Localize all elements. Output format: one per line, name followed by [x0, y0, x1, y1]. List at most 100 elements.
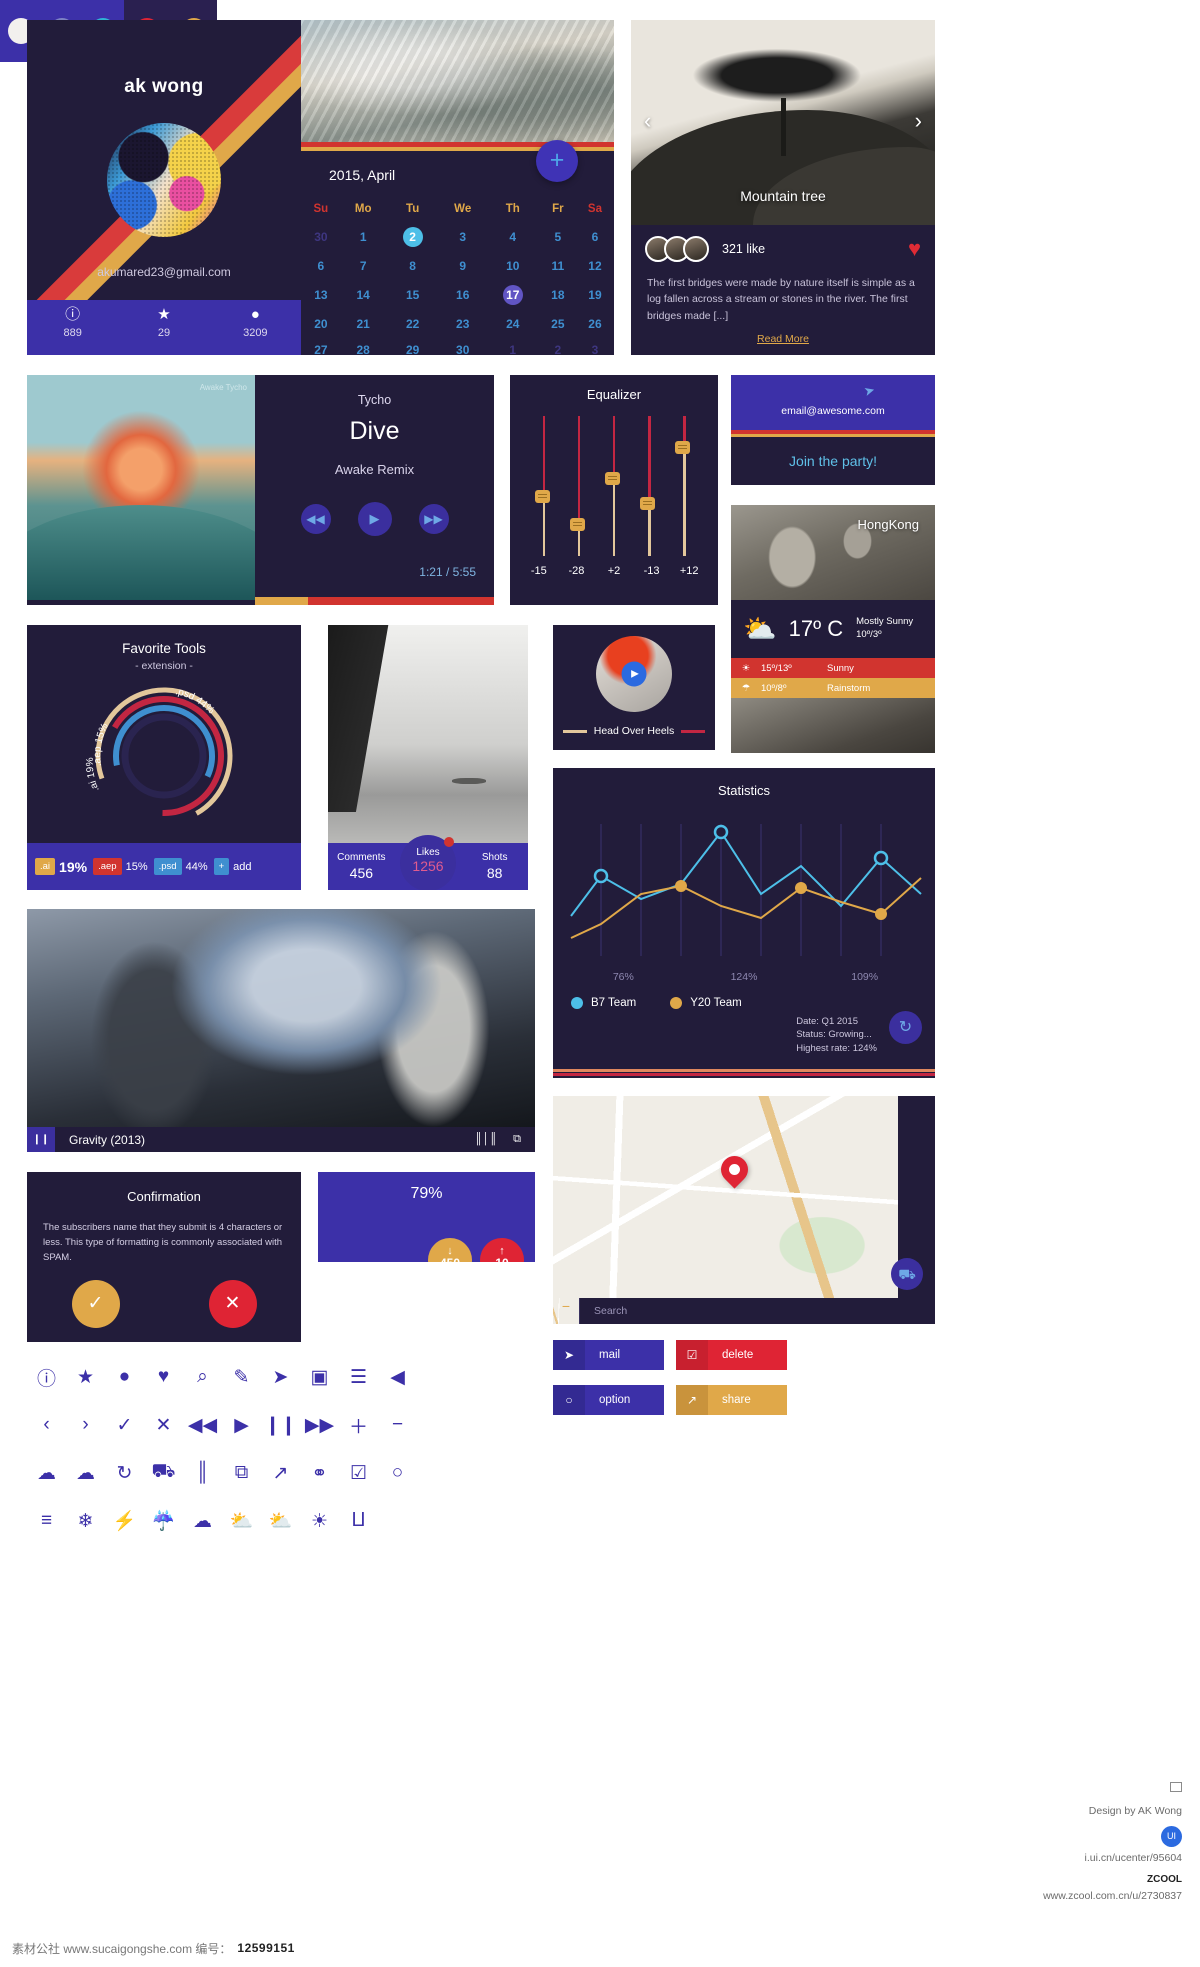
- next-arrow-icon[interactable]: ›: [915, 108, 922, 134]
- calendar-day[interactable]: 8: [386, 253, 440, 279]
- calendar-day[interactable]: 20: [301, 311, 341, 337]
- play-icon[interactable]: ▶: [222, 1410, 261, 1440]
- user-icon[interactable]: ⓘ: [27, 1362, 66, 1392]
- refresh-icon[interactable]: ↻: [889, 1011, 922, 1044]
- cloud-icon[interactable]: ☁: [183, 1506, 222, 1536]
- equalizer-icon[interactable]: ║│║: [475, 1133, 497, 1146]
- plus-icon[interactable]: ＋: [339, 1410, 378, 1440]
- check-icon[interactable]: ✓: [105, 1410, 144, 1440]
- calendar-day[interactable]: 28: [341, 337, 386, 355]
- star-icon[interactable]: ★: [66, 1362, 105, 1392]
- heart-icon[interactable]: ♥: [144, 1362, 183, 1392]
- equalizer-icon[interactable]: ║: [183, 1458, 222, 1488]
- calendar-day[interactable]: 13: [301, 279, 341, 311]
- legend-y20[interactable]: Y20 Team: [670, 997, 742, 1009]
- trash-icon[interactable]: ☑: [339, 1458, 378, 1488]
- slider-knob[interactable]: [534, 490, 550, 504]
- volume-icon[interactable]: ◀: [378, 1362, 417, 1392]
- cloud-upload-icon[interactable]: ☁: [66, 1458, 105, 1488]
- play-icon[interactable]: ▶: [357, 502, 392, 536]
- slider-knob[interactable]: [640, 497, 656, 511]
- calendar-day[interactable]: 30: [301, 221, 341, 253]
- sliders-icon[interactable]: ≡: [27, 1506, 66, 1536]
- calendar-day[interactable]: 22: [386, 311, 440, 337]
- edit-icon[interactable]: ✎: [222, 1362, 261, 1392]
- stat-shots[interactable]: Shots 88: [461, 852, 528, 881]
- comment-icon[interactable]: ●: [105, 1362, 144, 1392]
- equalizer-slider[interactable]: [569, 416, 585, 556]
- drizzle-icon[interactable]: ⨿: [339, 1506, 378, 1536]
- calendar-day[interactable]: 14: [341, 279, 386, 311]
- rewind-icon[interactable]: ◀◀: [183, 1410, 222, 1440]
- stat-comments[interactable]: ● 3209: [210, 300, 301, 355]
- tag-ai[interactable]: .ai 19%: [35, 858, 87, 875]
- stat-followers[interactable]: ⓘ 889: [27, 300, 118, 355]
- mail-button[interactable]: ➤ mail: [553, 1340, 664, 1370]
- calendar-day[interactable]: 17: [486, 279, 540, 311]
- calendar-day[interactable]: 26: [576, 311, 614, 337]
- map-canvas[interactable]: [553, 1096, 898, 1298]
- slider-knob[interactable]: [675, 441, 691, 455]
- image-icon[interactable]: ▣: [300, 1362, 339, 1392]
- slider-knob[interactable]: [569, 518, 585, 532]
- rewind-icon[interactable]: ◀◀: [300, 504, 331, 534]
- slider-knob[interactable]: [604, 472, 620, 485]
- player-progress-bar[interactable]: [255, 597, 494, 605]
- circle-icon[interactable]: ○: [378, 1458, 417, 1488]
- rain-icon[interactable]: ☔: [144, 1506, 183, 1536]
- calendar-add-button[interactable]: +: [536, 140, 578, 182]
- calendar-day[interactable]: 1: [486, 337, 540, 355]
- cursor-icon[interactable]: ➤: [261, 1362, 300, 1392]
- equalizer-slider[interactable]: [604, 416, 620, 556]
- stat-likes-bubble[interactable]: Likes 1256: [400, 835, 456, 890]
- sun-cloud-icon[interactable]: ⛅: [222, 1506, 261, 1536]
- cancel-button[interactable]: ✕: [208, 1279, 257, 1328]
- pause-icon[interactable]: ❙❙: [261, 1410, 300, 1440]
- fastforward-icon[interactable]: ▶▶: [418, 504, 449, 534]
- calendar-day[interactable]: 3: [576, 337, 614, 355]
- heart-icon[interactable]: ♥: [908, 236, 921, 262]
- read-more-link[interactable]: Read More: [631, 333, 935, 345]
- join-email[interactable]: email@awesome.com: [731, 405, 935, 417]
- equalizer-slider[interactable]: [640, 416, 656, 556]
- tag-add[interactable]: + add: [213, 858, 252, 875]
- menu-icon[interactable]: ☰: [339, 1362, 378, 1392]
- equalizer-slider[interactable]: [534, 416, 550, 556]
- prev-arrow-icon[interactable]: ‹: [644, 108, 651, 134]
- share-icon[interactable]: ↗: [261, 1458, 300, 1488]
- calendar-day[interactable]: 10: [486, 253, 540, 279]
- calendar-day[interactable]: 30: [440, 337, 486, 355]
- lightning-icon[interactable]: ⚡: [105, 1506, 144, 1536]
- calendar-day[interactable]: 5: [540, 221, 576, 253]
- copy-icon[interactable]: ⧉: [222, 1458, 261, 1488]
- calendar-day[interactable]: 29: [386, 337, 440, 355]
- cloud-download-icon[interactable]: ☁: [27, 1458, 66, 1488]
- delete-button[interactable]: ☑ delete: [676, 1340, 787, 1370]
- calendar-day[interactable]: 27: [301, 337, 341, 355]
- chevron-left-icon[interactable]: ‹: [27, 1410, 66, 1440]
- calendar-day[interactable]: 21: [341, 311, 386, 337]
- upload-speed-badge[interactable]: ↑ 10 Mbps: [480, 1238, 524, 1262]
- link-icon[interactable]: ⚭: [300, 1458, 339, 1488]
- tag-psd[interactable]: .psd 44%: [153, 858, 208, 875]
- download-speed-badge[interactable]: ↓ 450 Mbps: [428, 1238, 472, 1262]
- snow-icon[interactable]: ❄: [66, 1506, 105, 1536]
- partly-cloudy-icon[interactable]: ⛅: [261, 1506, 300, 1536]
- calendar-day[interactable]: 2: [386, 221, 440, 253]
- calendar-day[interactable]: 16: [440, 279, 486, 311]
- tag-aep[interactable]: .aep 15%: [93, 858, 148, 875]
- search-input[interactable]: Search: [579, 1298, 935, 1324]
- calendar-day[interactable]: 9: [440, 253, 486, 279]
- stat-comments[interactable]: Comments 456: [328, 852, 395, 881]
- sun-icon[interactable]: ☀: [300, 1506, 339, 1536]
- confirm-button[interactable]: ✓: [71, 1279, 120, 1328]
- calendar-day[interactable]: 25: [540, 311, 576, 337]
- zoom-out-button[interactable]: −: [553, 1298, 579, 1324]
- car-icon[interactable]: ⛟: [144, 1458, 183, 1488]
- calendar-day[interactable]: 23: [440, 311, 486, 337]
- fastforward-icon[interactable]: ▶▶: [300, 1410, 339, 1440]
- legend-b7[interactable]: B7 Team: [571, 997, 636, 1009]
- share-button[interactable]: ↗ share: [676, 1385, 787, 1415]
- ucenter-link[interactable]: i.ui.cn/ucenter/95604: [1043, 1851, 1182, 1867]
- equalizer-slider[interactable]: [675, 416, 691, 556]
